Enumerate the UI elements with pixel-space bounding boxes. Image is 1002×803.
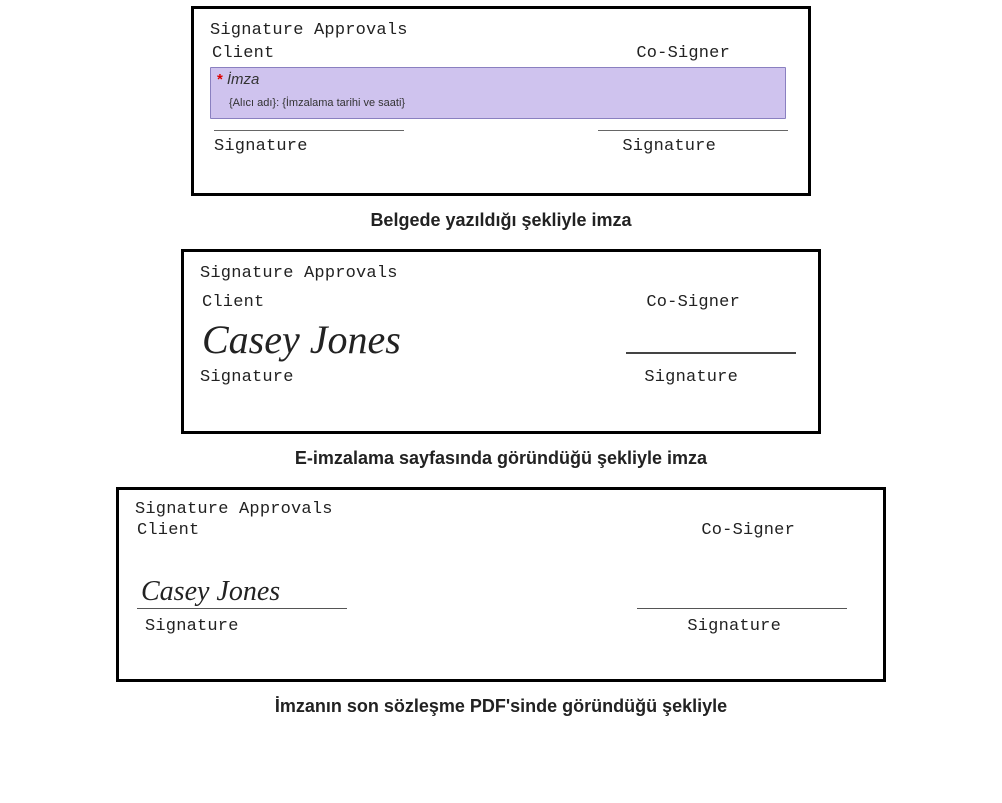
authoring-box: Signature Approvals Client Co-Signer *İm…	[191, 6, 811, 196]
cosigner-label: Co-Signer	[636, 44, 790, 63]
page: Signature Approvals Client Co-Signer *İm…	[0, 0, 1002, 803]
client-signature-caption: Signature	[200, 368, 294, 387]
client-label: Client	[212, 44, 274, 63]
cosigner-label: Co-Signer	[701, 521, 865, 540]
client-signature-value: Casey Jones	[135, 578, 385, 606]
caption-authoring: Belgede yazıldığı şekliyle imza	[0, 210, 1002, 231]
caption-esign: E-imzalama sayfasında göründüğü şekliyle…	[0, 448, 1002, 469]
required-asterisk-icon: *	[217, 71, 223, 88]
cosigner-signature-line	[598, 121, 788, 135]
caption-pdf: İmzanın son sözleşme PDF'sinde göründüğü…	[0, 696, 1002, 717]
section-title: Signature Approvals	[135, 500, 867, 519]
client-label: Client	[202, 293, 264, 312]
client-label: Client	[137, 521, 199, 540]
client-signature-line	[137, 608, 347, 609]
cosigner-signature-caption: Signature	[687, 617, 867, 636]
client-signature-line	[214, 121, 404, 135]
cosigner-signature-caption: Signature	[622, 137, 792, 156]
cosigner-label: Co-Signer	[646, 293, 800, 312]
esign-box: Signature Approvals Client Co-Signer Cas…	[181, 249, 821, 434]
cosigner-signature-line	[637, 608, 847, 609]
signature-field-label-row: *İmza	[217, 71, 779, 89]
signature-field-label: İmza	[227, 71, 260, 88]
cosigner-signature-line	[626, 352, 796, 354]
client-signature-caption: Signature	[135, 617, 239, 636]
signature-field[interactable]: *İmza {Alıcı adı}: {İmzalama tarihi ve s…	[210, 67, 786, 119]
cosigner-signature-caption: Signature	[644, 368, 802, 387]
signature-field-placeholder: {Alıcı adı}: {İmzalama tarihi ve saati}	[229, 97, 779, 109]
client-signature-value: Casey Jones	[200, 320, 401, 360]
client-signature-caption: Signature	[210, 137, 308, 156]
section-title: Signature Approvals	[210, 21, 792, 40]
pdf-box: Signature Approvals Client Co-Signer Cas…	[116, 487, 886, 682]
section-title: Signature Approvals	[200, 264, 802, 283]
